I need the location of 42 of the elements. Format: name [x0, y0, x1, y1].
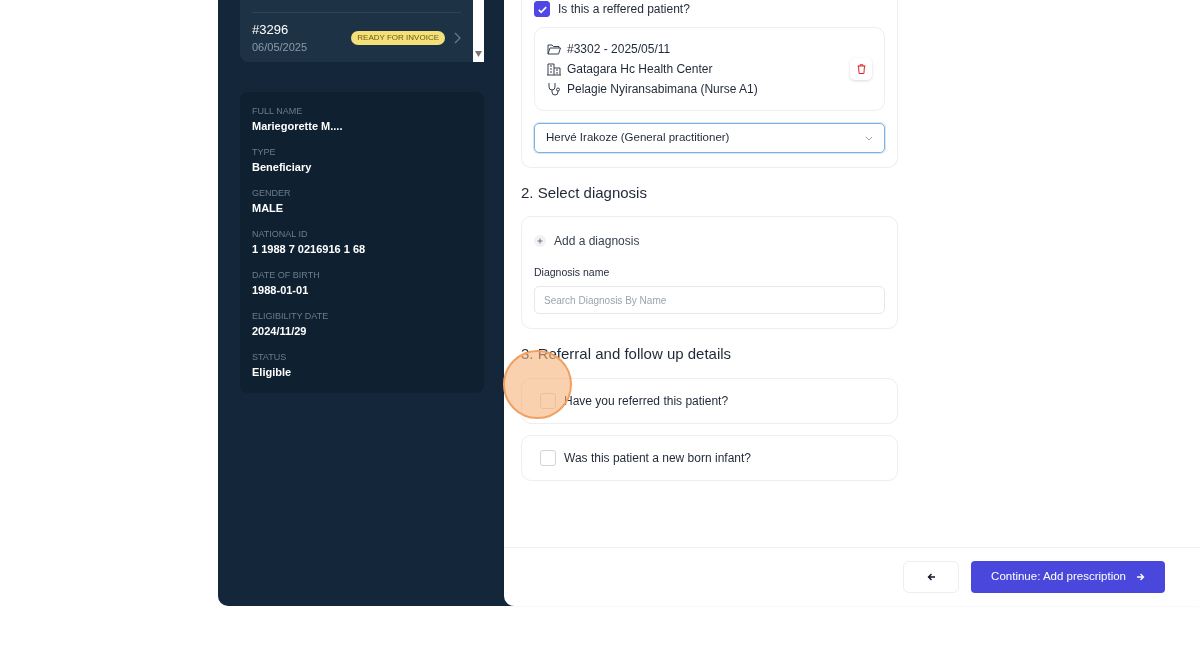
folder-icon — [547, 43, 561, 55]
chevron-down-icon — [865, 135, 873, 141]
field-label: FULL NAME — [252, 105, 304, 118]
field-label: NATIONAL ID — [252, 228, 309, 241]
field-value: Beneficiary — [252, 160, 313, 175]
trash-icon — [856, 64, 866, 74]
chevron-right-icon — [453, 31, 461, 44]
field-value: 1 1988 7 0216916 1 68 — [252, 242, 367, 257]
scrollbar[interactable] — [473, 0, 484, 62]
field-label: DATE OF BIRTH — [252, 269, 321, 282]
delete-button[interactable] — [850, 58, 872, 80]
visit-date: 06/05/2025 — [252, 40, 308, 55]
hospital-icon — [547, 62, 561, 76]
referral-practitioner: Pelagie Nyiransabimana (Nurse A1) — [567, 81, 758, 98]
field-value: Mariegorette M.... — [252, 119, 344, 134]
checkbox[interactable] — [534, 1, 550, 17]
section-title: 2. Select diagnosis — [521, 183, 648, 203]
field-value: MALE — [252, 201, 285, 216]
referral-facility: Gatagara Hc Health Center — [567, 61, 713, 78]
diagnosis-search-field[interactable]: Search Diagnosis By Name — [534, 286, 885, 315]
checkbox-label: Was this patient a new born infant? — [564, 449, 751, 467]
checkbox-label: Is this a reffered patient? — [558, 1, 690, 18]
add-diagnosis-button[interactable]: Add a diagnosis — [534, 231, 640, 250]
status-badge: READY FOR INVOICE — [351, 30, 445, 45]
field-label: GENDER — [252, 187, 292, 200]
arrow-right-icon — [1136, 573, 1145, 581]
field-label: Diagnosis name — [534, 264, 611, 280]
field-label: ELIGIBILITY DATE — [252, 310, 330, 323]
visit-item[interactable]: #3296 06/05/2025 READY FOR INVOICE — [252, 13, 461, 62]
doctor-select[interactable]: Hervé Irakoze (General practitioner) — [534, 123, 885, 153]
field-label: STATUS — [252, 351, 288, 364]
arrow-left-icon — [926, 573, 936, 581]
scroll-down-icon[interactable] — [475, 51, 482, 57]
stethoscope-icon — [547, 82, 561, 96]
referral-visit: #3302 - 2025/05/11 — [567, 41, 671, 58]
field-value: 2024/11/29 — [252, 324, 308, 339]
plus-icon — [534, 234, 546, 247]
field-label: TYPE — [252, 146, 277, 159]
continue-button[interactable]: Continue: Add prescription — [971, 561, 1165, 593]
visit-number: #3296 — [252, 20, 290, 39]
field-value: 1988-01-01 — [252, 283, 310, 298]
field-value: Eligible — [252, 365, 293, 380]
